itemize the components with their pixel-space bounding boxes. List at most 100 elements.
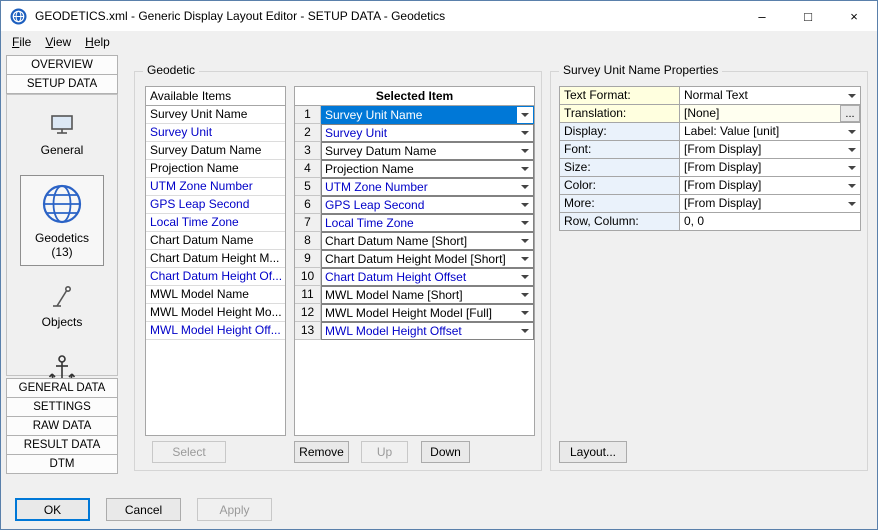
close-button[interactable]: × bbox=[831, 1, 877, 31]
property-value[interactable]: [From Display] bbox=[680, 141, 860, 158]
sidebar-button-settings[interactable]: SETTINGS bbox=[6, 397, 118, 417]
property-value[interactable]: [From Display] bbox=[680, 159, 860, 176]
list-item[interactable]: UTM Zone Number bbox=[146, 178, 285, 196]
remove-button[interactable]: Remove bbox=[294, 441, 349, 463]
chevron-down-icon[interactable] bbox=[517, 305, 533, 321]
sidebar-button-raw-data[interactable]: RAW DATA bbox=[6, 416, 118, 436]
down-button[interactable]: Down bbox=[421, 441, 470, 463]
ellipsis-button[interactable]: ... bbox=[840, 105, 860, 122]
sidebar-button-result-data[interactable]: RESULT DATA bbox=[6, 435, 118, 455]
chevron-down-icon[interactable] bbox=[517, 215, 533, 231]
chevron-down-icon[interactable] bbox=[517, 107, 533, 123]
layout-button[interactable]: Layout... bbox=[559, 441, 627, 463]
chevron-down-icon[interactable] bbox=[844, 195, 860, 212]
property-row: Font:[From Display] bbox=[560, 141, 860, 159]
menu-help[interactable]: Help bbox=[78, 32, 117, 52]
row-number: 6 bbox=[295, 196, 321, 214]
sidebar-item-objects[interactable]: Objects bbox=[20, 277, 104, 336]
list-item[interactable]: Survey Datum Name bbox=[146, 142, 285, 160]
selected-item-combo[interactable]: MWL Model Name [Short] bbox=[321, 286, 534, 304]
selected-item-combo[interactable]: Chart Datum Height Model [Short] bbox=[321, 250, 534, 268]
selected-item-combo[interactable]: GPS Leap Second bbox=[321, 196, 534, 214]
sidebar-button-dtm[interactable]: DTM bbox=[6, 454, 118, 474]
menu-view[interactable]: View bbox=[38, 32, 78, 52]
selected-item-combo[interactable]: MWL Model Height Offset bbox=[321, 322, 534, 340]
menu-file[interactable]: File bbox=[5, 32, 38, 52]
chevron-down-icon[interactable] bbox=[517, 287, 533, 303]
available-items-header: Available Items bbox=[146, 87, 285, 106]
list-item[interactable]: GPS Leap Second bbox=[146, 196, 285, 214]
list-item[interactable]: Chart Datum Height M... bbox=[146, 250, 285, 268]
list-item[interactable]: Chart Datum Height Of... bbox=[146, 268, 285, 286]
maximize-button[interactable]: □ bbox=[785, 1, 831, 31]
property-value-text: [From Display] bbox=[680, 141, 844, 158]
properties-group-title: Survey Unit Name Properties bbox=[559, 63, 722, 77]
chevron-down-icon[interactable] bbox=[517, 125, 533, 141]
sidebar-nav: GeneralGeodetics(13)ObjectsFixed Node bbox=[6, 94, 118, 376]
property-value[interactable]: 0, 0 bbox=[680, 213, 860, 230]
chevron-down-icon[interactable] bbox=[517, 179, 533, 195]
list-item[interactable]: Survey Unit bbox=[146, 124, 285, 142]
list-item[interactable]: Chart Datum Name bbox=[146, 232, 285, 250]
selected-item-combo[interactable]: Survey Datum Name bbox=[321, 142, 534, 160]
property-value[interactable]: Label: Value [unit] bbox=[680, 123, 860, 140]
window-controls: –□× bbox=[739, 1, 877, 31]
chevron-down-icon[interactable] bbox=[517, 233, 533, 249]
property-label: Color: bbox=[560, 177, 680, 194]
sidebar-item-label: General bbox=[41, 143, 84, 157]
selected-item-combo[interactable]: Local Time Zone bbox=[321, 214, 534, 232]
sidebar-item-geodetics[interactable]: Geodetics(13) bbox=[20, 175, 104, 266]
selected-row: 12MWL Model Height Model [Full] bbox=[295, 304, 534, 322]
property-row: Display:Label: Value [unit] bbox=[560, 123, 860, 141]
list-item[interactable]: MWL Model Height Mo... bbox=[146, 304, 285, 322]
sidebar-item-count: (13) bbox=[51, 245, 72, 259]
sidebar-button-general-data[interactable]: GENERAL DATA bbox=[6, 378, 118, 398]
sidebar-item-general[interactable]: General bbox=[20, 105, 104, 164]
selected-item-combo[interactable]: Survey Unit Name bbox=[321, 106, 534, 124]
list-item[interactable]: Projection Name bbox=[146, 160, 285, 178]
sidebar-button-overview[interactable]: OVERVIEW bbox=[6, 55, 118, 75]
chevron-down-icon[interactable] bbox=[517, 323, 533, 339]
selected-row: 4Projection Name bbox=[295, 160, 534, 178]
property-value[interactable]: [From Display] bbox=[680, 195, 860, 212]
cancel-button[interactable]: Cancel bbox=[106, 498, 181, 521]
row-number: 9 bbox=[295, 250, 321, 268]
selected-item-combo[interactable]: Projection Name bbox=[321, 160, 534, 178]
chevron-down-icon[interactable] bbox=[844, 177, 860, 194]
property-label: Row, Column: bbox=[560, 213, 680, 230]
chevron-down-icon[interactable] bbox=[844, 159, 860, 176]
selected-row: 10Chart Datum Height Offset bbox=[295, 268, 534, 286]
chevron-down-icon[interactable] bbox=[844, 141, 860, 158]
ok-button[interactable]: OK bbox=[15, 498, 90, 521]
list-item[interactable]: Local Time Zone bbox=[146, 214, 285, 232]
selected-item-combo[interactable]: Chart Datum Name [Short] bbox=[321, 232, 534, 250]
chevron-down-icon[interactable] bbox=[844, 123, 860, 140]
minimize-button[interactable]: – bbox=[739, 1, 785, 31]
property-row: Size:[From Display] bbox=[560, 159, 860, 177]
title-bar: GEODETICS.xml - Generic Display Layout E… bbox=[1, 1, 877, 31]
list-item[interactable]: MWL Model Name bbox=[146, 286, 285, 304]
chevron-down-icon[interactable] bbox=[517, 269, 533, 285]
list-item[interactable]: Survey Unit Name bbox=[146, 106, 285, 124]
available-items-list[interactable]: Available Items Survey Unit NameSurvey U… bbox=[145, 86, 286, 436]
combo-value: Chart Datum Height Model [Short] bbox=[322, 251, 517, 267]
sidebar-button-setup-data[interactable]: SETUP DATA bbox=[6, 74, 118, 94]
selected-item-combo[interactable]: Survey Unit bbox=[321, 124, 534, 142]
selected-item-combo[interactable]: UTM Zone Number bbox=[321, 178, 534, 196]
property-value[interactable]: [None]... bbox=[680, 105, 860, 122]
selected-item-combo[interactable]: MWL Model Height Model [Full] bbox=[321, 304, 534, 322]
chevron-down-icon[interactable] bbox=[517, 161, 533, 177]
chevron-down-icon[interactable] bbox=[844, 87, 860, 104]
property-label: Display: bbox=[560, 123, 680, 140]
property-label: Size: bbox=[560, 159, 680, 176]
selected-row: 3Survey Datum Name bbox=[295, 142, 534, 160]
chevron-down-icon[interactable] bbox=[517, 197, 533, 213]
up-button: Up bbox=[361, 441, 408, 463]
selected-item-combo[interactable]: Chart Datum Height Offset bbox=[321, 268, 534, 286]
property-value[interactable]: [From Display] bbox=[680, 177, 860, 194]
list-item[interactable]: MWL Model Height Off... bbox=[146, 322, 285, 340]
chevron-down-icon[interactable] bbox=[517, 251, 533, 267]
chevron-down-icon[interactable] bbox=[517, 143, 533, 159]
property-value[interactable]: Normal Text bbox=[680, 87, 860, 104]
objects-icon bbox=[49, 284, 75, 310]
